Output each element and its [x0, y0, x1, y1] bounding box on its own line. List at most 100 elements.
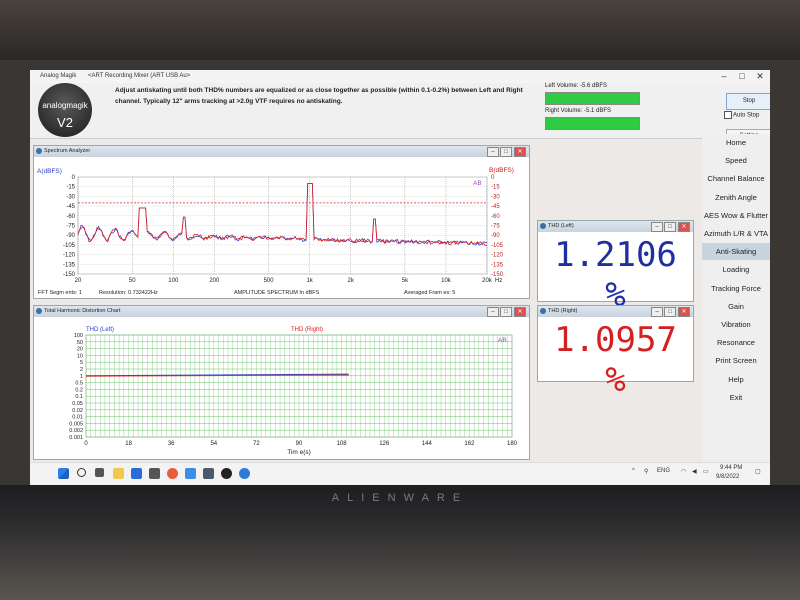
x-tick: 36	[168, 441, 175, 447]
panel-maximize-icon[interactable]: □	[500, 147, 512, 157]
panel-close-icon[interactable]: ✕	[678, 222, 690, 232]
y-tick-left: -15	[66, 185, 75, 191]
panel-maximize-icon[interactable]: □	[500, 307, 512, 317]
nav-item-home[interactable]: Home	[702, 134, 770, 151]
panel-minimize-icon[interactable]: –	[487, 147, 499, 157]
settings-icon[interactable]	[203, 468, 214, 479]
x-tick: 54	[210, 441, 217, 447]
task-view-icon[interactable]	[95, 468, 104, 477]
thd-right-number: 1.0957	[554, 320, 677, 360]
volume-icon[interactable]: ◀	[692, 468, 697, 475]
thd-chart-panel: Total Harmonic Distortion Chart – □ ✕ 10…	[33, 305, 530, 460]
y-tick: 10	[77, 353, 83, 359]
analogmagik-icon[interactable]	[239, 468, 250, 479]
app-icon[interactable]	[185, 468, 196, 479]
y-tick: 20	[77, 347, 83, 353]
nav-item-azimuth-l-r-vta[interactable]: Azimuth L/R & VTA	[702, 225, 770, 242]
battery-icon[interactable]: ▭	[703, 468, 709, 475]
x-tick: 162	[464, 441, 475, 447]
nav-item-resonance[interactable]: Resonance	[702, 334, 770, 351]
panel-close-icon[interactable]: ✕	[514, 307, 526, 317]
y-tick-right: -90	[491, 233, 500, 239]
panel-close-icon[interactable]: ✕	[514, 147, 526, 157]
y-tick-left: -30	[66, 194, 75, 200]
taskbar: ^ ⚲ ENG ◠ ◀ ▭ 9:44 PM 9/8/2022 ▢	[30, 462, 770, 485]
nav-item-zenith-angle[interactable]: Zenith Angle	[702, 189, 770, 206]
y-tick: 0.02	[72, 408, 83, 414]
panel-maximize-icon[interactable]: □	[664, 222, 676, 232]
nav-item-aes-wow-flutter[interactable]: AES Wow & Flutter	[702, 207, 770, 224]
y-tick: 0.5	[75, 381, 83, 387]
window-subtitle: <ART Recording Mixer (ART USB Au>	[88, 73, 191, 79]
microphone-icon[interactable]: ⚲	[644, 468, 648, 475]
alienware-icon[interactable]	[221, 468, 232, 479]
footer-resolution: Resolution: 0.732422Hz	[99, 290, 158, 296]
word-icon[interactable]	[131, 468, 142, 479]
maximize-icon[interactable]: □	[733, 70, 751, 83]
y-tick: 0.2	[75, 387, 83, 393]
x-tick: 144	[422, 441, 433, 447]
y-tick-right: -45	[491, 204, 500, 210]
panel-minimize-icon[interactable]: –	[487, 307, 499, 317]
y-tick-left: -45	[66, 204, 75, 210]
minimize-icon[interactable]: –	[715, 70, 733, 83]
notification-icon[interactable]: ▢	[755, 468, 761, 475]
browser-icon[interactable]	[167, 468, 178, 479]
window-title: Analog Magik	[40, 73, 77, 79]
windows-start-icon[interactable]	[58, 468, 69, 479]
wifi-icon[interactable]: ◠	[681, 468, 686, 475]
nav-item-print-screen[interactable]: Print Screen	[702, 352, 770, 369]
panel-close-icon[interactable]: ✕	[678, 307, 690, 317]
spectrum-analyzer-panel: Spectrum Analyzer – □ ✕ 0 0 -15 -15 -30 -30 -4…	[33, 145, 530, 299]
logo-version: V2	[57, 115, 73, 130]
stop-button[interactable]: Stop	[726, 93, 770, 110]
y-label-right: B(dBFS)	[489, 167, 514, 174]
close-icon[interactable]: ✕	[751, 70, 769, 83]
y-tick-right: 0	[491, 175, 495, 181]
x-label: Tim e(s)	[287, 449, 311, 456]
thd-right-unit: %	[605, 360, 626, 400]
nav-item-tracking-force[interactable]: Tracking Force	[702, 280, 770, 297]
legend-right: THD (Right)	[291, 327, 323, 333]
tray-lang[interactable]: ENG	[657, 468, 670, 474]
nav-item-vibration[interactable]: Vibration	[702, 316, 770, 333]
nav-item-exit[interactable]: Exit	[702, 389, 770, 406]
y-tick-right: -105	[491, 243, 504, 249]
nav-item-channel-balance[interactable]: Channel Balance	[702, 170, 770, 187]
y-tick-right: -15	[491, 185, 500, 191]
chevron-up-icon[interactable]: ^	[632, 468, 635, 474]
app-logo: analogmagik V2	[38, 83, 92, 137]
x-tick: 180	[507, 441, 518, 447]
thd-right-title: THD (Right)	[548, 308, 578, 314]
auto-stop-checkbox[interactable]: Auto Stop	[724, 111, 759, 119]
header: analogmagik V2 Adjust antiskating until …	[30, 83, 770, 143]
left-volume: Left Volume: -5.6 dBFS	[545, 83, 640, 105]
x-tick: 20k	[482, 278, 493, 284]
tray-time: 9:44 PM	[720, 465, 743, 471]
y-tick: 0.001	[69, 435, 83, 441]
y-tick: 100	[74, 333, 83, 339]
nav-item-gain[interactable]: Gain	[702, 298, 770, 315]
y-tick-right: -135	[491, 262, 504, 268]
nav-item-help[interactable]: Help	[702, 371, 770, 388]
search-icon[interactable]	[77, 468, 86, 477]
panel-minimize-icon[interactable]: –	[651, 307, 663, 317]
window-icon	[36, 308, 42, 314]
file-explorer-icon[interactable]	[113, 468, 124, 479]
y-tick-right: -60	[491, 214, 500, 220]
nav-item-anti-skating[interactable]: Anti-Skating	[702, 243, 770, 261]
nav-item-loading[interactable]: Loading	[702, 261, 770, 278]
nav-item-speed[interactable]: Speed	[702, 152, 770, 169]
x-tick: 2k	[347, 278, 354, 284]
thd-left-title-bar: THD (Left) – □ ✕	[538, 221, 693, 232]
app-icon[interactable]	[149, 468, 160, 479]
panel-maximize-icon[interactable]: □	[664, 307, 676, 317]
y-tick-left: -90	[66, 233, 75, 239]
x-tick: 108	[337, 441, 348, 447]
legend: AB	[473, 180, 482, 187]
spectrum-title-bar: Spectrum Analyzer – □ ✕	[34, 146, 529, 157]
y-tick-left: -135	[63, 262, 76, 268]
panel-minimize-icon[interactable]: –	[651, 222, 663, 232]
y-tick-left: 0	[72, 175, 76, 181]
window-title-bar: Analog Magik <ART Recording Mixer (ART U…	[30, 70, 770, 83]
